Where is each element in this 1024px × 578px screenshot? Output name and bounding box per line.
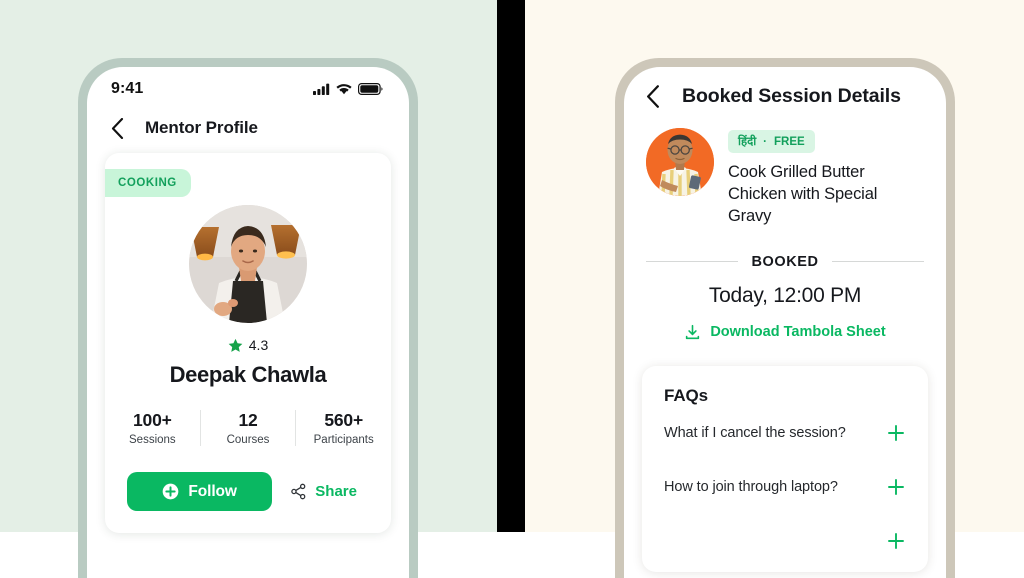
star-icon [228, 338, 243, 352]
screenshot-stage: 9:41 Mentor Profile COOKING 4.3 Deepak C… [0, 0, 1024, 578]
mentor-avatar-wrap [105, 205, 391, 323]
download-icon [686, 324, 700, 339]
plus-circle-icon [163, 483, 179, 500]
stat-label: Participants [313, 434, 374, 446]
session-time: Today, 12:00 PM [708, 283, 862, 307]
chevron-left-icon [111, 117, 124, 139]
session-summary: हिंदी · FREE Cook Grilled Butter Chicken… [624, 124, 946, 228]
left-phone-screen: 9:41 Mentor Profile COOKING 4.3 Deepak C… [87, 67, 409, 578]
plus-icon [888, 478, 904, 495]
page-title: Mentor Profile [145, 118, 258, 137]
stat-value: 100+ [133, 410, 172, 430]
page-title: Booked Session Details [682, 85, 901, 107]
faq-question: What if I cancel the session? [664, 424, 846, 441]
divider-right [832, 261, 925, 263]
share-button[interactable]: Share [286, 483, 369, 500]
back-button[interactable] [111, 117, 129, 139]
rating-value: 4.3 [248, 337, 269, 353]
tag-separator: · [763, 135, 768, 148]
mentor-photo-illustration [189, 205, 307, 323]
rating-row: 4.3 [105, 337, 391, 353]
session-host-photo-illustration [646, 128, 714, 196]
right-phone-frame: Booked Session Details हिंदी · FREE Cook… [615, 58, 955, 578]
status-bar: 9:41 [87, 67, 409, 111]
status-bar-icons [313, 83, 383, 95]
left-phone-frame: 9:41 Mentor Profile COOKING 4.3 Deepak C… [78, 58, 418, 578]
faq-expand-button[interactable] [886, 423, 906, 443]
stat-courses: 12 Courses [199, 410, 296, 446]
faq-item[interactable]: What if I cancel the session? [664, 406, 906, 460]
battery-icon [358, 83, 383, 95]
session-tags: हिंदी · FREE [728, 130, 815, 153]
session-title: Cook Grilled Butter Chicken with Special… [728, 163, 878, 225]
booked-status-row: BOOKED [624, 254, 946, 270]
faq-section-title: FAQs [664, 385, 709, 405]
stat-value: 560+ [324, 410, 363, 430]
stat-sessions: 100+ Sessions [105, 410, 200, 446]
mentor-avatar [189, 205, 307, 323]
right-nav-bar: Booked Session Details [624, 67, 946, 124]
language-tag: हिंदी [738, 136, 757, 148]
mentor-profile-card: COOKING 4.3 Deepak Chawla 100+ Sessions … [105, 153, 391, 533]
status-bar-time: 9:41 [111, 80, 144, 97]
divider-left [646, 261, 738, 263]
profile-actions: Follow Share [105, 472, 391, 511]
wifi-icon [336, 84, 352, 95]
plus-icon [888, 424, 904, 441]
status-badge: BOOKED [751, 253, 819, 270]
follow-button[interactable]: Follow [127, 472, 273, 511]
stat-participants: 560+ Participants [295, 410, 391, 446]
share-icon [291, 483, 306, 500]
faq-card: FAQs What if I cancel the session? How t… [642, 365, 928, 572]
download-link-label: Download Tambola Sheet [710, 324, 886, 341]
plus-icon [888, 532, 904, 549]
faq-question: How to join through laptop? [664, 478, 838, 495]
mentor-name: Deepak Chawla [169, 362, 327, 387]
download-tambola-sheet-link[interactable]: Download Tambola Sheet [624, 324, 946, 341]
faq-expand-button[interactable] [886, 477, 906, 497]
faq-expand-button[interactable] [886, 531, 906, 551]
session-meta: हिंदी · FREE Cook Grilled Butter Chicken… [728, 128, 924, 228]
right-phone-screen: Booked Session Details हिंदी · FREE Cook… [624, 67, 946, 578]
chevron-left-icon [647, 85, 659, 108]
stat-label: Courses [226, 434, 270, 446]
mentor-stats: 100+ Sessions 12 Courses 560+ Participan… [105, 410, 391, 446]
left-nav-bar: Mentor Profile [87, 111, 409, 153]
faq-item[interactable] [664, 514, 906, 568]
category-badge: COOKING [105, 169, 191, 197]
price-tag: FREE [774, 135, 805, 148]
stat-label: Sessions [129, 434, 176, 446]
follow-button-label: Follow [188, 482, 237, 500]
back-button[interactable] [646, 85, 664, 108]
cellular-signal-icon [313, 83, 330, 95]
stat-value: 12 [238, 410, 258, 430]
faq-item[interactable]: How to join through laptop? [664, 460, 906, 514]
panel-divider [497, 0, 525, 532]
session-host-avatar [646, 128, 714, 196]
share-button-label: Share [315, 483, 357, 500]
